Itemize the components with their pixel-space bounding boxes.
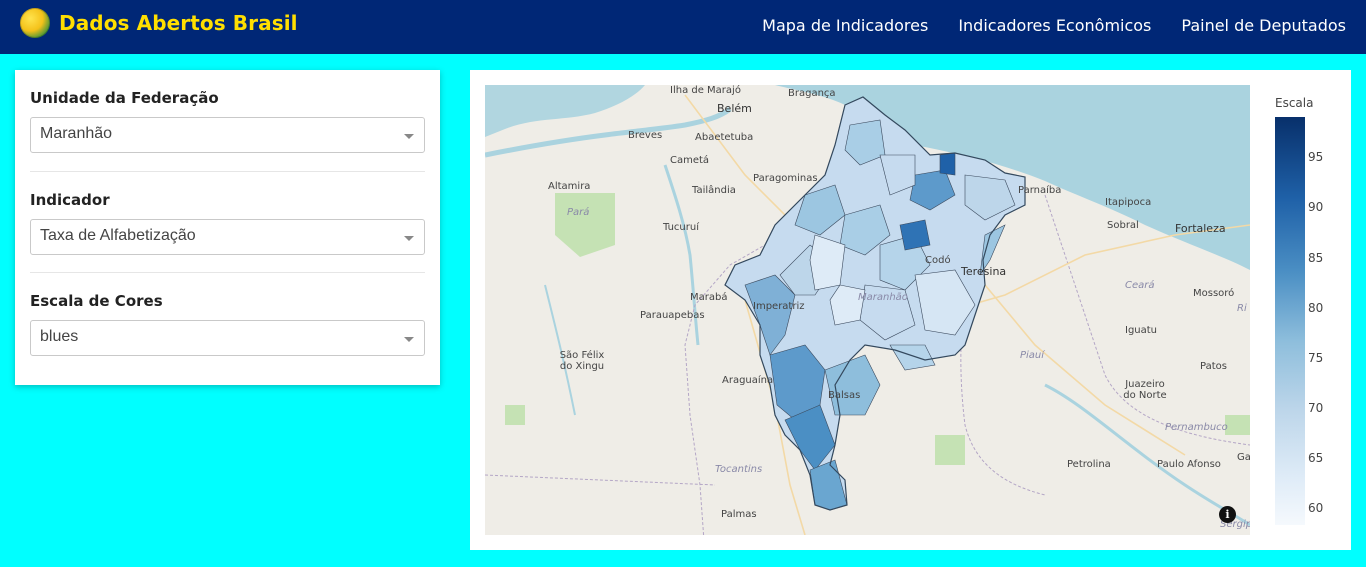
- color-scale-selected-value: blues: [40, 328, 79, 345]
- map-label-ilha-marajo: Ilha de Marajó: [670, 85, 741, 96]
- map-label-sobral: Sobral: [1107, 220, 1139, 231]
- uf-select[interactable]: Maranhão: [30, 117, 425, 153]
- map-basemap: [485, 85, 1250, 535]
- nav-links: Mapa de Indicadores Indicadores Econômic…: [732, 16, 1346, 35]
- nav-link-indicadores-economicos[interactable]: Indicadores Econômicos: [958, 16, 1151, 35]
- map-label-teresina: Teresina: [961, 265, 1007, 278]
- map-label-paulo-afonso: Paulo Afonso: [1157, 459, 1221, 470]
- legend-tick: 80: [1308, 301, 1324, 315]
- top-navbar: Dados Abertos Brasil Mapa de Indicadores…: [0, 0, 1366, 54]
- filter-panel: Unidade da Federação Maranhão Indicador …: [15, 70, 440, 385]
- brand-link[interactable]: Dados Abertos Brasil: [20, 8, 298, 38]
- uf-filter-group: Unidade da Federação Maranhão: [30, 70, 425, 171]
- nav-link-painel-deputados[interactable]: Painel de Deputados: [1181, 16, 1346, 35]
- legend-tick: 70: [1308, 401, 1324, 415]
- map-label-tocantins: Tocantins: [715, 464, 763, 475]
- color-scale-filter-group: Escala de Cores blues: [30, 272, 425, 373]
- indicator-label: Indicador: [30, 191, 110, 209]
- map-label-parauapebas: Parauapebas: [640, 310, 705, 321]
- indicator-filter-group: Indicador Taxa de Alfabetização: [30, 171, 425, 272]
- map-label-cameta: Cametá: [670, 155, 710, 166]
- map-label-imperatriz: Imperatriz: [753, 301, 805, 312]
- map-label-paragominas: Paragominas: [753, 173, 818, 184]
- chevron-down-icon: [404, 337, 414, 342]
- legend-tick: 95: [1308, 150, 1324, 164]
- map-label-maranhao: Maranhão: [858, 292, 908, 303]
- map-label-tailandia: Tailândia: [692, 185, 736, 196]
- map-label-para: Pará: [567, 207, 590, 218]
- legend-tick: 85: [1308, 251, 1324, 265]
- map-label-abaetetuba: Abaetetuba: [695, 132, 754, 143]
- map-label-ga: Ga: [1237, 452, 1250, 463]
- map-label-balsas: Balsas: [828, 390, 861, 401]
- legend-tick: 90: [1308, 200, 1324, 214]
- map-label-ri: Ri: [1237, 303, 1247, 314]
- info-icon[interactable]: i: [1219, 506, 1236, 523]
- map-label-sao-felix-do-xingu: São Félix do Xingu: [559, 350, 605, 372]
- map-label-petrolina: Petrolina: [1067, 459, 1111, 470]
- legend-tick: 75: [1308, 351, 1324, 365]
- map-label-breves: Breves: [628, 130, 663, 141]
- map-label-belem: Belém: [717, 102, 752, 115]
- map-label-braganca: Bragança: [788, 88, 836, 99]
- map-label-iguatu: Iguatu: [1125, 325, 1158, 336]
- map-label-juazeiro-do-norte: Juazeiro do Norte: [1123, 379, 1167, 401]
- color-scale-select[interactable]: blues: [30, 320, 425, 356]
- brazil-globe-logo: [20, 8, 50, 38]
- chevron-down-icon: [404, 236, 414, 241]
- map-label-maraba: Marabá: [690, 292, 728, 303]
- indicator-select[interactable]: Taxa de Alfabetização: [30, 219, 425, 255]
- map-label-parnaiba: Parnaíba: [1018, 185, 1062, 196]
- choropleth-map[interactable]: Ilha de Marajó Belém Bragança Breves Aba…: [485, 85, 1250, 535]
- map-label-piaui: Piauí: [1020, 350, 1045, 361]
- map-label-altamira: Altamira: [548, 181, 591, 192]
- uf-label: Unidade da Federação: [30, 89, 219, 107]
- map-label-ceara: Ceará: [1125, 280, 1155, 291]
- nav-link-mapa-indicadores[interactable]: Mapa de Indicadores: [762, 16, 928, 35]
- uf-selected-value: Maranhão: [40, 125, 113, 142]
- indicator-selected-value: Taxa de Alfabetização: [40, 227, 196, 244]
- brand-title: Dados Abertos Brasil: [59, 11, 298, 35]
- chevron-down-icon: [404, 134, 414, 139]
- legend-tick: 60: [1308, 501, 1324, 515]
- map-label-fortaleza: Fortaleza: [1175, 222, 1226, 235]
- map-label-pernambuco: Pernambuco: [1165, 422, 1228, 433]
- map-label-codo: Codó: [925, 255, 951, 266]
- map-label-palmas: Palmas: [721, 509, 757, 520]
- map-label-tucurui: Tucuruí: [663, 222, 699, 233]
- map-label-itapipoca: Itapipoca: [1105, 197, 1152, 208]
- color-scale-label: Escala de Cores: [30, 292, 163, 310]
- legend-colorbar: [1275, 117, 1305, 525]
- legend-tick: 65: [1308, 451, 1324, 465]
- map-card: Ilha de Marajó Belém Bragança Breves Aba…: [470, 70, 1351, 550]
- map-label-patos: Patos: [1200, 361, 1227, 372]
- map-label-araguaina: Araguaína: [722, 375, 774, 386]
- map-label-mossoro: Mossoró: [1193, 288, 1235, 299]
- legend-title: Escala: [1275, 96, 1314, 110]
